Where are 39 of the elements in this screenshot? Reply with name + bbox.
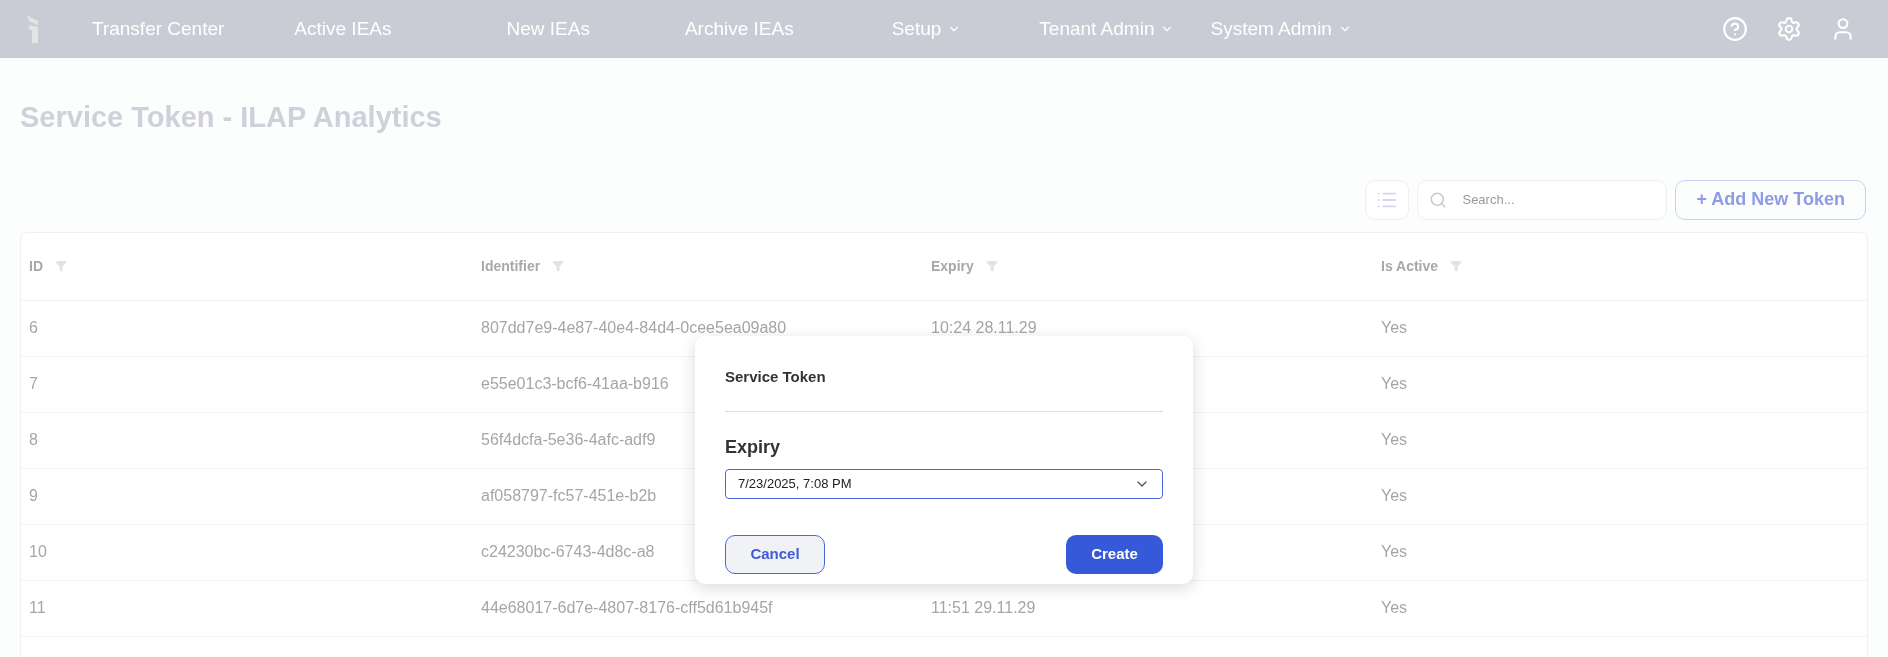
table-cell: Yes [1381, 431, 1408, 448]
column-header: Is Active [1381, 256, 1439, 276]
table-cell: 56f4dcfa-5e36-4afc-adf9 [481, 431, 656, 448]
table-cell: 9 [29, 487, 38, 504]
column-header: Identifier [481, 256, 541, 276]
table-cell: Yes [1381, 599, 1408, 616]
table-cell: Yes [1381, 487, 1408, 504]
filter-icon[interactable] [1450, 260, 1463, 272]
table-cell: 7 [29, 375, 38, 392]
field-label: Expiry [725, 435, 782, 459]
settings-icon[interactable] [1776, 16, 1802, 42]
column-toggle-button[interactable] [1365, 179, 1410, 220]
table-cell: af058797-fc57-451e-b2b [481, 487, 657, 504]
table-cell: c24230bc-6743-4d8c-a8 [481, 543, 655, 560]
add-token-button[interactable]: + Add New Token [1675, 179, 1866, 220]
table-cell: 10:24 28.11.29 [931, 319, 1037, 336]
table-cell: Yes [1381, 375, 1408, 392]
table-cell: Yes [1381, 543, 1408, 560]
cancel-button[interactable]: Cancel [725, 534, 825, 574]
table-cell: 10 [29, 543, 47, 560]
help-icon[interactable] [1722, 16, 1748, 42]
table-cell: 807dd7e9-4e87-40e4-84d4-0cee5ea09a80 [481, 319, 787, 336]
table-cell: Yes [1381, 319, 1408, 336]
table-cell: 11 [29, 599, 46, 616]
search-field[interactable]: Search... [1417, 179, 1668, 220]
filter-icon[interactable] [55, 260, 67, 272]
column-header: ID [29, 256, 43, 276]
dialog-title: Service Token [725, 367, 827, 387]
table-cell: 6 [29, 319, 38, 336]
table-cell: 8 [29, 431, 38, 448]
table-cell: 44e68017-6d7e-4807-8176-cff5d61b945f [481, 599, 773, 616]
create-button[interactable]: Create [1066, 534, 1163, 574]
filter-icon[interactable] [552, 260, 565, 272]
table-cell: 11:51 29.11.29 [931, 599, 1036, 616]
table-cell: e55e01c3-bcf6-41aa-b916 [481, 375, 669, 392]
column-header: Expiry [931, 256, 974, 276]
search-icon [1429, 190, 1448, 209]
filter-icon[interactable] [985, 260, 998, 272]
expiry-select[interactable]: 7/23/2025, 7:08 PM [725, 468, 1163, 499]
